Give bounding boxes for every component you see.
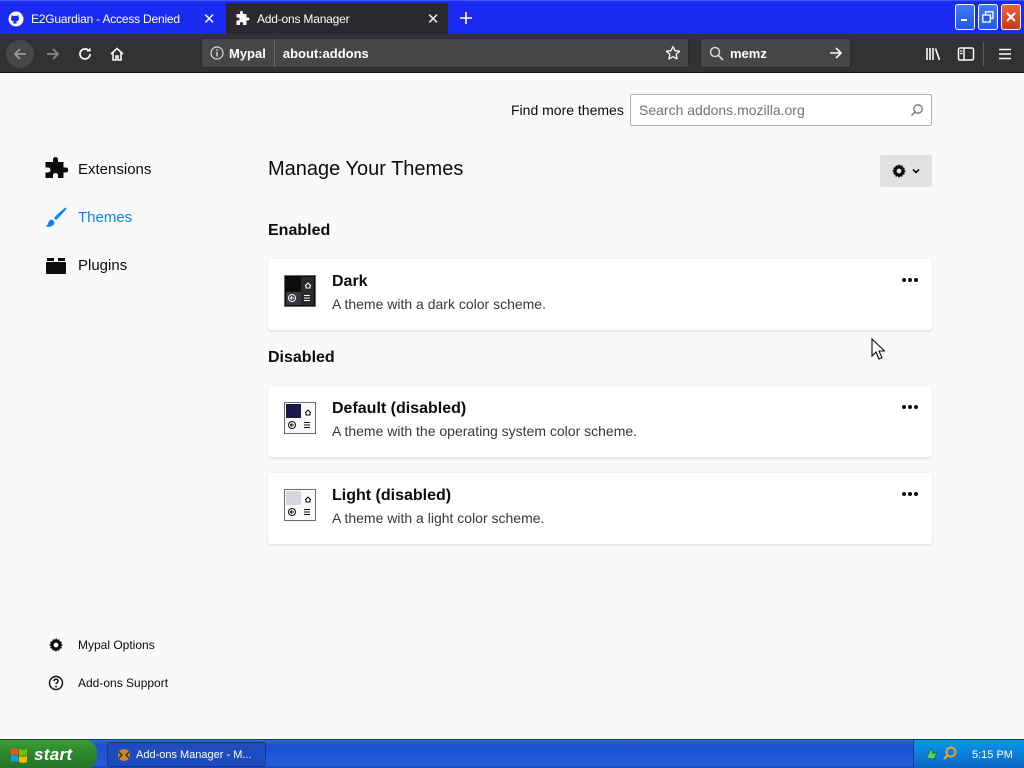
url-bar[interactable]: Mypal about:addons (201, 38, 689, 68)
puzzle-icon (44, 157, 68, 181)
arrow-right-icon (47, 48, 60, 60)
home-icon (110, 47, 124, 61)
close-window-button[interactable] (1001, 4, 1021, 30)
tab-e2guardian[interactable]: E2Guardian - Access Denied ✕ (0, 3, 224, 35)
mypal-app-icon (116, 747, 132, 763)
reload-icon (79, 47, 91, 60)
category-label: Themes (78, 208, 133, 226)
windows-taskbar: start Add-ons Manager - M... 5:15 PM (0, 739, 1024, 768)
arrow-left-icon (13, 48, 26, 60)
restore-button[interactable] (978, 4, 998, 30)
enabled-heading: Enabled (268, 222, 331, 239)
gear-icon (892, 164, 906, 178)
back-button[interactable] (6, 40, 34, 68)
footer-link-label: Add-ons Support (78, 676, 169, 690)
library-icon (926, 48, 941, 61)
default-theme-icon (284, 402, 316, 434)
network-icon[interactable] (924, 745, 940, 764)
theme-card-default[interactable]: Default (disabled) A theme with the oper… (268, 386, 932, 457)
find-more-label: Find more themes (511, 102, 624, 118)
search-input[interactable]: memz (730, 46, 822, 61)
search-bar[interactable]: memz (700, 38, 851, 68)
dark-theme-icon (284, 275, 316, 307)
navigation-toolbar: Mypal about:addons memz (0, 34, 1024, 73)
mypal-options-link[interactable]: Mypal Options (46, 635, 155, 655)
help-icon (46, 675, 66, 691)
puzzle-icon (234, 11, 250, 27)
gear-icon (46, 637, 66, 653)
mouse-cursor-icon (871, 337, 886, 365)
toolbar-separator (983, 42, 984, 66)
light-theme-icon (284, 489, 316, 521)
more-options-icon[interactable] (898, 271, 922, 289)
theme-name: Default (disabled) (332, 400, 467, 417)
system-tray: 5:15 PM (913, 740, 1024, 768)
more-options-icon[interactable] (898, 485, 922, 503)
theme-name: Light (disabled) (332, 487, 452, 504)
search-icon (709, 46, 724, 61)
tab-addons-manager[interactable]: Add-ons Manager ✕ (226, 3, 448, 35)
start-label: start (34, 744, 73, 764)
more-options-icon[interactable] (898, 398, 922, 416)
footer-link-label: Mypal Options (78, 638, 155, 652)
brush-icon (44, 205, 68, 229)
hamburger-menu-button[interactable] (993, 42, 1017, 66)
close-tab-icon[interactable]: ✕ (423, 9, 443, 29)
minimize-button[interactable] (955, 4, 975, 30)
amo-search-placeholder[interactable]: Search addons.mozilla.org (639, 102, 903, 118)
windows-logo-icon (9, 746, 29, 764)
reload-button[interactable] (71, 40, 99, 68)
url-text[interactable]: about:addons (283, 46, 658, 61)
tab-title: E2Guardian - Access Denied (31, 12, 180, 26)
bookmark-star-icon[interactable] (658, 45, 688, 61)
sidebar-toggle-button[interactable] (954, 42, 978, 66)
plugin-icon (44, 253, 68, 277)
tools-menu-button[interactable] (880, 155, 932, 187)
chevron-down-icon (912, 168, 920, 174)
theme-card-dark[interactable]: Dark A theme with a dark color scheme. (268, 259, 932, 330)
search-go-icon[interactable] (822, 45, 850, 61)
github-icon (8, 11, 24, 27)
theme-description: A theme with a dark color scheme. (332, 296, 546, 312)
category-extensions[interactable]: Extensions (44, 156, 151, 182)
category-label: Extensions (78, 160, 152, 178)
addons-support-link[interactable]: Add-ons Support (46, 673, 168, 693)
theme-description: A theme with a light color scheme. (332, 510, 545, 526)
new-tab-button[interactable] (452, 4, 480, 32)
theme-description: A theme with the operating system color … (332, 423, 638, 439)
search-icon[interactable] (942, 745, 958, 764)
sidebar-icon (957, 47, 975, 61)
start-button[interactable]: start (0, 740, 97, 768)
page-title: Manage Your Themes (268, 158, 464, 180)
site-identity-button[interactable]: Mypal (202, 39, 275, 67)
addons-manager-page: Find more themes Search addons.mozilla.o… (0, 74, 1024, 739)
category-label: Plugins (78, 256, 128, 274)
identity-label: Mypal (229, 45, 266, 61)
clock: 5:15 PM (972, 748, 1013, 761)
theme-name: Dark (332, 273, 368, 290)
amo-search-field[interactable]: Search addons.mozilla.org (630, 94, 932, 126)
hamburger-menu-icon (999, 48, 1011, 60)
library-button[interactable] (922, 42, 946, 66)
theme-card-light[interactable]: Light (disabled) A theme with a light co… (268, 473, 932, 544)
category-themes[interactable]: Themes (44, 204, 132, 230)
search-icon[interactable] (903, 103, 931, 117)
forward-button[interactable] (39, 40, 67, 68)
info-icon (210, 46, 224, 60)
category-plugins[interactable]: Plugins (44, 252, 127, 278)
tab-strip: E2Guardian - Access Denied ✕ Add-ons Man… (0, 0, 1024, 35)
close-tab-icon[interactable]: ✕ (199, 9, 219, 29)
tab-title: Add-ons Manager (257, 12, 350, 26)
home-button[interactable] (103, 40, 131, 68)
disabled-heading: Disabled (268, 349, 335, 366)
taskbar-item-label: Add-ons Manager - M... (136, 748, 252, 761)
taskbar-item-addons-manager[interactable]: Add-ons Manager - M... (107, 742, 266, 767)
